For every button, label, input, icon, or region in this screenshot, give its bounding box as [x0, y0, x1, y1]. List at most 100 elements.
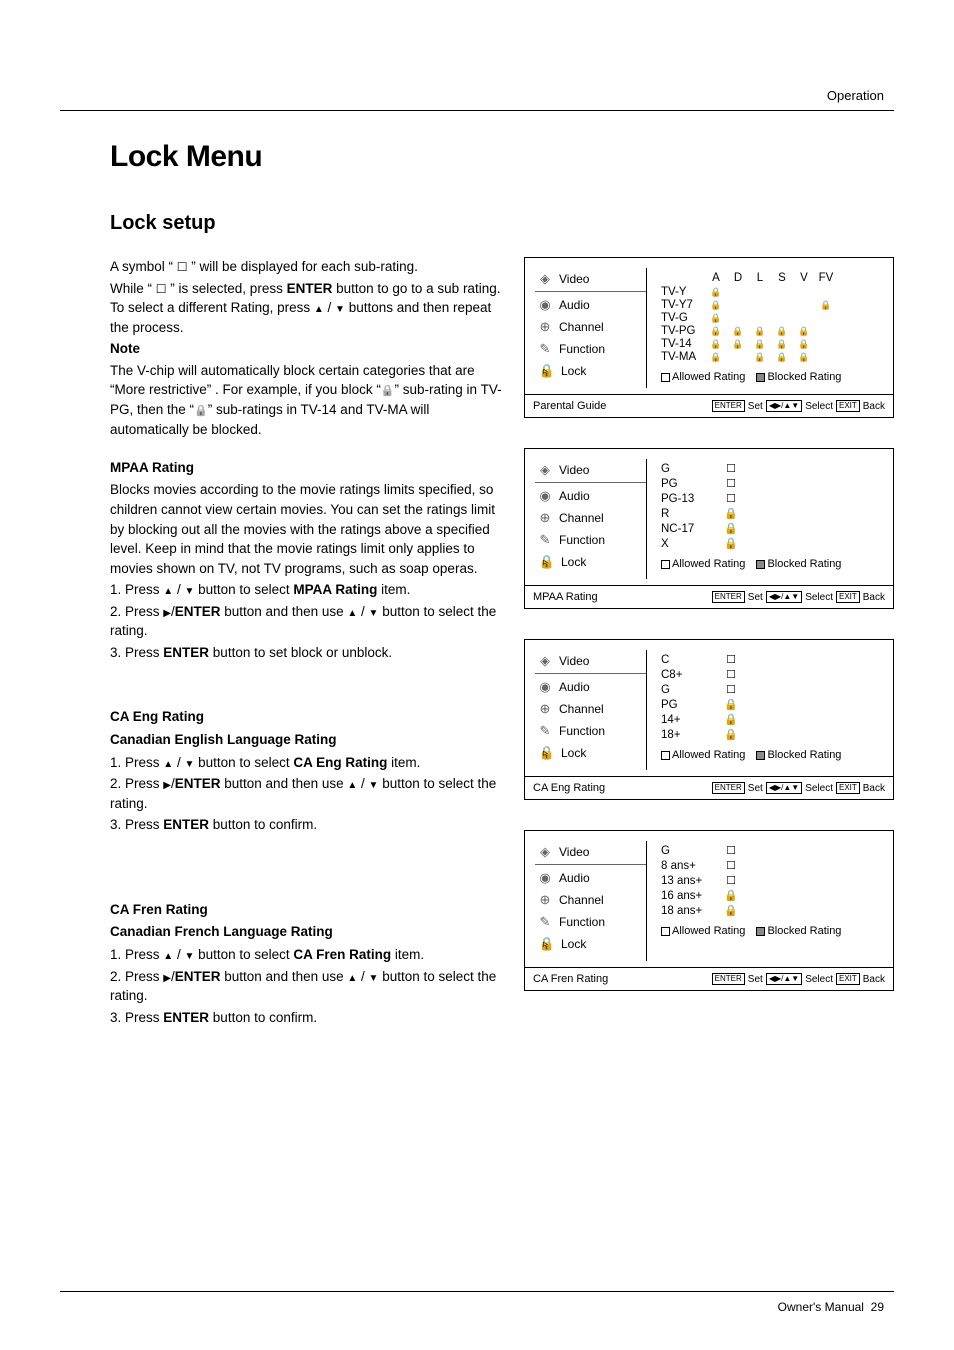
mpaa-step2: 2. Press /ENTER button and then use / bu…	[110, 602, 504, 641]
rating-row: G☐	[661, 463, 883, 475]
page-subtitle: Lock setup	[110, 212, 894, 235]
rating-row: 13 ans+☐	[661, 875, 883, 887]
audio-icon: ◉	[537, 679, 553, 695]
manual-page: Operation Lock Menu Lock setup A symbol …	[0, 0, 954, 1350]
mpaa-step1: 1. Press / button to select MPAA Rating …	[110, 580, 504, 600]
cafren-step3: 3. Press ENTER button to confirm.	[110, 1008, 504, 1028]
lock-icon: 🔒	[793, 340, 815, 349]
menu-item-audio[interactable]: ◉Audio	[535, 676, 646, 698]
menu-item-channel[interactable]: ⊕Channel	[535, 316, 646, 338]
menu-item-video[interactable]: ◈Video	[535, 841, 646, 865]
menu-item-channel[interactable]: ⊕Channel	[535, 889, 646, 911]
channel-icon: ⊕	[537, 319, 553, 335]
rating-legend: Allowed Rating Blocked Rating	[661, 558, 883, 570]
mpaa-body: Blocks movies according to the movie rat…	[110, 480, 504, 578]
lock-icon: 🔒	[749, 327, 771, 336]
lock-icon: 🔒	[815, 301, 837, 310]
rating-row: X🔒	[661, 538, 883, 550]
cafren-step2: 2. Press /ENTER button and then use / bu…	[110, 967, 504, 1006]
caeng-step3: 3. Press ENTER button to confirm.	[110, 815, 504, 835]
menu-item-function[interactable]: ✎Function	[535, 338, 646, 360]
section-header: Operation	[827, 88, 884, 103]
osd-column: ◈Video ◉Audio ⊕Channel ✎Function 🔒Lock A…	[524, 257, 894, 1045]
lock-icon: 🔒	[721, 700, 741, 711]
osd-footer-buttons: ENTERSet◀▶/▲▼SelectEXITBack	[712, 973, 885, 985]
osd-footer-title: Parental Guide	[533, 400, 606, 412]
menu-item-lock[interactable]: 🔒Lock	[535, 933, 646, 955]
rating-row: PG🔒	[661, 699, 883, 711]
rating-row: C8+☐	[661, 669, 883, 681]
down-arrow-icon	[184, 582, 194, 597]
menu-item-video[interactable]: ◈Video	[535, 650, 646, 674]
lock-icon: 🔒	[721, 906, 741, 917]
osd-mpaa-rating: ◈Video ◉Audio ⊕Channel ✎Function 🔒Lock G…	[524, 448, 894, 609]
rating-row: 14+🔒	[661, 714, 883, 726]
caeng-subheading: Canadian English Language Rating	[110, 730, 504, 750]
osd-ca-fren-rating: ◈Video ◉Audio ⊕Channel ✎Function 🔒Lock G…	[524, 830, 894, 991]
lock-icon: 🔒	[721, 524, 741, 535]
empty-box-icon: ☐	[721, 861, 741, 872]
up-arrow-icon	[347, 969, 357, 984]
lock-icon: 🔒	[749, 340, 771, 349]
video-icon: ◈	[537, 462, 553, 478]
right-arrow-icon	[163, 604, 171, 619]
down-arrow-icon	[184, 755, 194, 770]
parental-row: TV-MA🔒🔒🔒🔒	[661, 351, 883, 363]
function-icon: ✎	[537, 914, 553, 930]
lock-menu-icon: 🔒	[539, 554, 555, 570]
lock-icon: 🔒	[705, 301, 727, 310]
down-arrow-icon	[335, 300, 345, 315]
menu-item-video[interactable]: ◈Video	[535, 268, 646, 292]
empty-box-icon: ☐	[721, 655, 741, 666]
function-icon: ✎	[537, 341, 553, 357]
down-arrow-icon	[369, 776, 379, 791]
lock-icon: 🔒	[727, 340, 749, 349]
lock-icon: 🔒	[721, 509, 741, 520]
menu-item-function[interactable]: ✎Function	[535, 911, 646, 933]
menu-item-lock[interactable]: 🔒Lock	[535, 551, 646, 573]
video-icon: ◈	[537, 844, 553, 860]
up-arrow-icon	[163, 582, 173, 597]
note-label: Note	[110, 339, 504, 359]
lock-icon: 🔒	[793, 353, 815, 362]
empty-box-icon: ☐	[721, 670, 741, 681]
menu-item-audio[interactable]: ◉Audio	[535, 485, 646, 507]
intro-line1: A symbol “ ” will be displayed for each …	[110, 257, 504, 277]
menu-item-audio[interactable]: ◉Audio	[535, 867, 646, 889]
mpaa-heading: MPAA Rating	[110, 458, 504, 478]
lock-icon: 🔒	[793, 327, 815, 336]
menu-item-channel[interactable]: ⊕Channel	[535, 698, 646, 720]
menu-item-lock[interactable]: 🔒Lock	[535, 742, 646, 764]
channel-icon: ⊕	[537, 892, 553, 908]
rating-row: R🔒	[661, 508, 883, 520]
lock-icon	[381, 382, 395, 397]
menu-item-function[interactable]: ✎Function	[535, 529, 646, 551]
video-icon: ◈	[537, 271, 553, 287]
rating-legend: Allowed Rating Blocked Rating	[661, 925, 883, 937]
down-arrow-icon	[184, 947, 194, 962]
empty-box-icon: ☐	[721, 846, 741, 857]
lock-icon: 🔒	[721, 891, 741, 902]
up-arrow-icon	[347, 604, 357, 619]
osd-menu: ◈Video ◉Audio ⊕Channel ✎Function 🔒Lock	[535, 459, 647, 579]
lock-menu-icon: 🔒	[539, 363, 555, 379]
rating-row: G☐	[661, 845, 883, 857]
empty-box-icon	[177, 259, 188, 274]
lock-icon: 🔒	[705, 314, 727, 323]
menu-item-function[interactable]: ✎Function	[535, 720, 646, 742]
menu-item-channel[interactable]: ⊕Channel	[535, 507, 646, 529]
rating-row: G☐	[661, 684, 883, 696]
function-icon: ✎	[537, 532, 553, 548]
cafren-step1: 1. Press / button to select CA Fren Rati…	[110, 945, 504, 965]
lock-icon: 🔒	[705, 288, 727, 297]
menu-item-lock[interactable]: 🔒Lock	[535, 360, 646, 382]
rating-row: 18 ans+🔒	[661, 905, 883, 917]
lock-icon: 🔒	[705, 353, 727, 362]
menu-item-audio[interactable]: ◉Audio	[535, 294, 646, 316]
osd-footer-title: CA Fren Rating	[533, 973, 608, 985]
menu-item-video[interactable]: ◈Video	[535, 459, 646, 483]
rating-row: PG-13☐	[661, 493, 883, 505]
footer-divider	[60, 1291, 894, 1292]
empty-box-icon: ☐	[721, 464, 741, 475]
right-arrow-icon	[163, 969, 171, 984]
